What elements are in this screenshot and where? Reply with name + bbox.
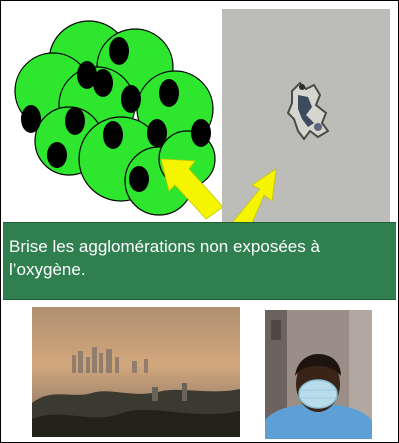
black-dot <box>159 79 179 107</box>
caption-text: Brise les agglomérations non exposées à … <box>9 237 320 279</box>
black-dot <box>191 119 211 147</box>
black-dot <box>103 121 123 149</box>
black-dot <box>47 142 67 168</box>
slide-frame: Brise les agglomérations non exposées à … <box>0 0 399 443</box>
black-dot <box>93 69 113 97</box>
black-dot <box>21 105 41 133</box>
child-with-mask-photo <box>265 310 372 439</box>
black-dot <box>147 119 167 147</box>
mask-icon <box>298 379 338 409</box>
black-dot <box>65 107 85 135</box>
agglomeration-diagram <box>9 9 222 223</box>
particle-photo <box>222 9 390 223</box>
smog-city-photo <box>32 307 240 437</box>
black-dot <box>121 85 141 113</box>
black-dot <box>109 37 129 65</box>
black-dot <box>129 166 149 192</box>
